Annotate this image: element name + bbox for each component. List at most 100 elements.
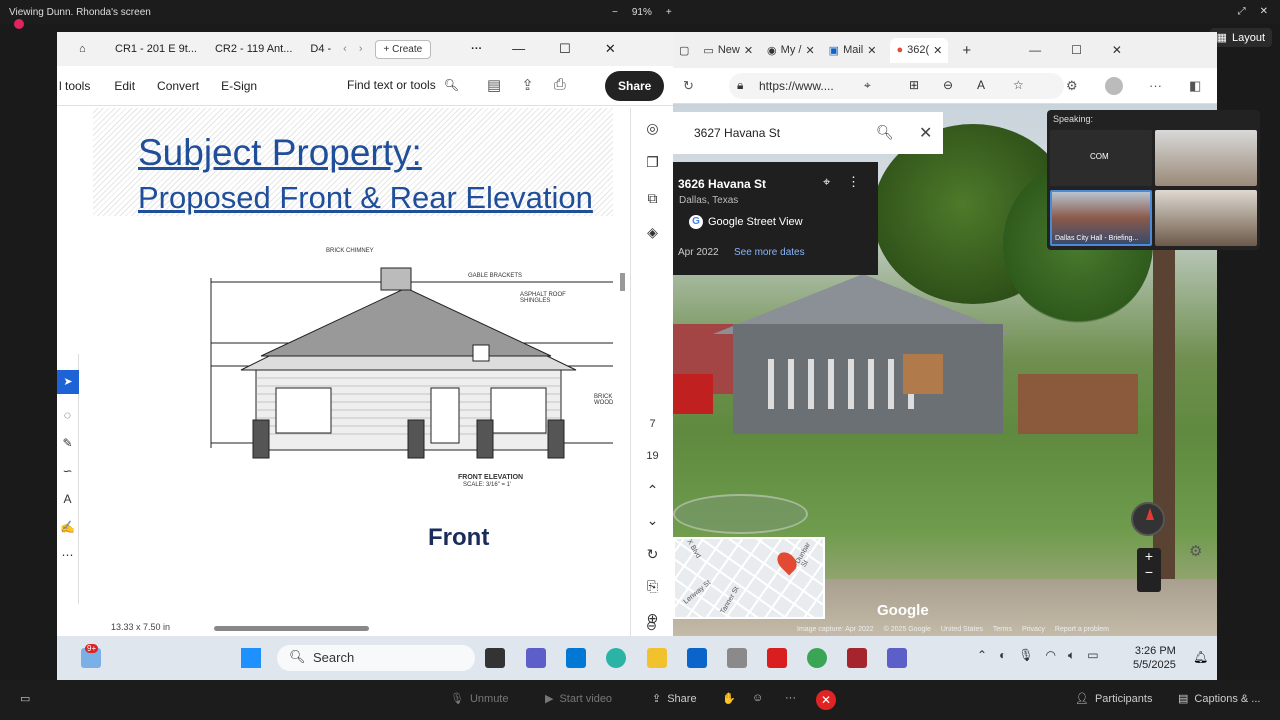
zoom-out-icon[interactable]: ⊖ [646,618,657,634]
taskbar-clock[interactable]: 3:26 PM 5/5/2025 [1133,644,1176,672]
participants-button[interactable]: 👤︎ Participants [1075,692,1152,706]
chevron-right-icon[interactable]: › [359,43,363,55]
draw-tool-icon[interactable]: ∽ [57,464,78,478]
chevron-left-icon[interactable]: ‹ [343,43,347,55]
create-button[interactable]: + Create [374,39,432,59]
chevron-up-icon[interactable]: ⌃ [631,482,674,499]
save-icon[interactable]: ▤ [487,76,501,94]
stamp-tool-icon[interactable]: ✍ [57,520,78,534]
chat-icon[interactable]: ▭ [20,692,30,705]
settings-gear-icon[interactable]: ⚙ [1189,542,1202,560]
location-pin-icon[interactable]: ⌖ [823,174,830,190]
map-zoom-in-button[interactable]: + [1137,548,1161,564]
maximize-icon[interactable]: ☐ [1071,43,1082,57]
close-icon[interactable]: ✕ [1112,43,1122,57]
page-export-icon[interactable]: ⎘ [631,578,674,595]
access-icon[interactable] [847,648,867,668]
teams-icon[interactable] [526,648,546,668]
address-bar[interactable]: 🔒︎ https://www.... ⌖ ⊞ ⊖ A ☆ [729,73,1064,99]
acrobat-icon[interactable] [767,648,787,668]
home-icon[interactable]: ⌂ [79,43,97,55]
maps-search-box[interactable]: 3627 Havana St 🔍︎ ✕ [673,112,943,154]
convert-menu[interactable]: Convert [157,79,199,93]
browser-icon[interactable] [807,648,827,668]
location-icon[interactable]: ⌖ [864,78,871,93]
profile-avatar[interactable] [1105,77,1123,95]
close-icon[interactable]: ✕ [605,41,616,57]
rotate-icon[interactable]: ↻ [631,546,674,563]
notification-bell-icon[interactable]: 🔔︎ [1193,650,1208,664]
outlook-icon[interactable] [687,648,707,668]
refresh-icon[interactable]: ↻ [683,78,694,94]
new-tab-icon[interactable]: + [962,42,971,59]
participant-tile[interactable]: COM [1050,130,1152,186]
layout-button[interactable]: ▦ Layout [1209,28,1272,47]
browser-tab-active[interactable]: ● 362( ✕ [890,37,949,63]
minimize-icon[interactable]: — [1029,43,1041,57]
start-video-button[interactable]: ▶ Start video [545,692,612,706]
pdf-tab[interactable]: CR2 - 119 Ant... [215,43,292,55]
share-screen-button[interactable]: ⇪ Share [652,692,697,706]
apps-icon[interactable]: ⊞ [909,78,919,92]
see-more-dates-link[interactable]: See more dates [734,247,805,258]
search-icon[interactable]: 🔍︎ [876,124,894,141]
chevron-down-icon[interactable]: ⌄ [631,512,674,529]
pdf-tab[interactable]: CR1 - 201 E 9t... [115,43,197,55]
vertical-scrollbar[interactable] [620,273,625,291]
compass-icon[interactable] [1131,502,1165,536]
more-tools-icon[interactable]: ⋯ [57,548,78,562]
pdf-tab[interactable]: D4 - [310,43,331,55]
find-tools[interactable]: Find text or tools 🔍︎ [347,78,459,92]
participant-tile[interactable] [1155,130,1257,186]
bookmark-icon[interactable]: ❐ [631,154,674,171]
maximize-icon[interactable]: ☐ [559,41,571,57]
store-icon[interactable] [566,648,586,668]
raise-hand-icon[interactable]: ✋ [722,692,736,705]
battery-icon[interactable]: ▭ [1087,648,1098,663]
participant-tile[interactable] [1155,190,1257,246]
unmute-button[interactable]: 🎙︎ Unmute [450,692,509,706]
print-icon[interactable]: ⎙ [554,76,566,94]
captions-button[interactable]: ▤ Captions & ... [1178,692,1260,706]
chevron-up-icon[interactable]: ⌃ [977,648,987,663]
reactions-icon[interactable]: ☺ [752,692,763,704]
report-problem-link[interactable]: Report a problem [1055,626,1109,633]
more-options-icon[interactable]: ⋮ [847,174,860,190]
zoom-icon[interactable]: ⊖ [943,78,953,92]
teams-work-icon[interactable] [887,648,907,668]
esign-menu[interactable]: E-Sign [221,79,257,93]
maps-search-input[interactable]: 3627 Havana St [694,126,780,140]
map-zoom-out-button[interactable]: − [1137,564,1161,580]
more-icon[interactable]: ··· [1149,78,1162,93]
zoom-out-button[interactable]: − [612,7,618,18]
privacy-link[interactable]: Privacy [1022,626,1045,633]
more-icon[interactable]: ··· [471,43,482,55]
file-explorer-icon[interactable] [647,648,667,668]
text-tool-icon[interactable]: A [57,492,78,506]
favorite-star-icon[interactable]: ☆ [1013,78,1024,92]
participant-tile[interactable]: Dallas City Hall - Briefing... [1050,190,1152,246]
extensions-icon[interactable]: ⚙ [1066,78,1078,94]
zoom-in-button[interactable]: + [666,7,672,18]
more-icon[interactable]: ··· [785,692,796,704]
upload-icon[interactable]: ⇪ [521,76,534,94]
taskbar-search[interactable]: 🔍︎ Search [277,645,475,671]
volume-icon[interactable]: 🔈︎ [1068,648,1075,663]
minimap[interactable]: n X Blvd Lenway St Tanner St Dunbar St [673,537,825,619]
task-view-icon[interactable] [485,648,505,668]
select-tool-icon[interactable]: ➤ [57,370,79,394]
windows-start-icon[interactable] [241,648,261,668]
browser-tab[interactable]: ▣ Mail ✕ [829,44,877,57]
browser-tab[interactable]: ▭ New ✕ [703,44,753,57]
horizontal-scrollbar[interactable] [214,626,369,631]
app-icon[interactable] [727,648,747,668]
tab-actions-icon[interactable]: ▢ [679,44,689,57]
fullscreen-icon[interactable]: ⤢ [1238,6,1246,17]
pen-tool-icon[interactable]: ✎ [57,436,78,450]
copy-icon[interactable]: ⧉ [631,190,674,207]
security-icon[interactable]: ◐ [999,648,1006,663]
browser-tab[interactable]: ◉ My / ✕ [767,44,815,57]
end-call-button[interactable]: ✕ [816,690,836,710]
close-icon[interactable]: ✕ [1260,6,1268,17]
current-page-number[interactable]: 7 [631,418,674,430]
